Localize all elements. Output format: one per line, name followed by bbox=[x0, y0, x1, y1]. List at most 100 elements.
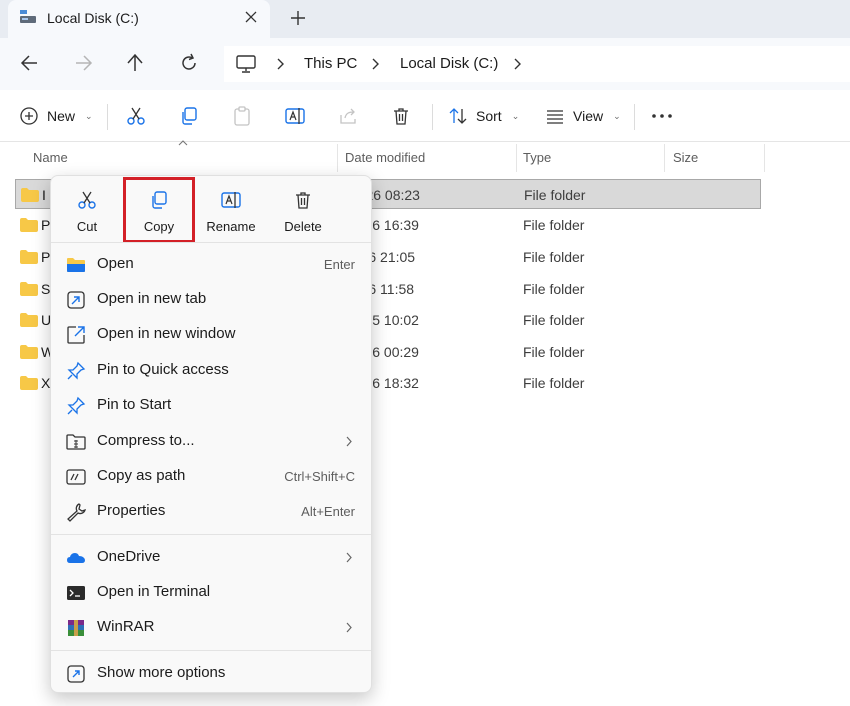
menu-item-label: Open in new window bbox=[97, 325, 236, 342]
menu-item-open-terminal[interactable]: Open in Terminal bbox=[51, 575, 371, 610]
wrench-icon bbox=[67, 503, 86, 522]
folder-open-icon bbox=[67, 258, 85, 272]
copy-icon bbox=[152, 191, 167, 209]
pin-icon bbox=[67, 396, 86, 415]
menu-item-label: OneDrive bbox=[97, 548, 161, 565]
sort-icon bbox=[449, 108, 467, 124]
menu-item-label: Show more options bbox=[97, 664, 226, 681]
menu-item-label: Properties bbox=[97, 502, 166, 519]
sort-ascending-caret-icon bbox=[178, 140, 188, 146]
delete-label: Delete bbox=[284, 219, 322, 234]
share-icon bbox=[340, 108, 356, 124]
menu-item-copy-as-path[interactable]: Copy as path Ctrl+Shift+C bbox=[51, 459, 371, 494]
folder-icon bbox=[20, 250, 38, 264]
tab-local-disk[interactable]: Local Disk (C:) bbox=[8, 0, 270, 38]
back-icon[interactable] bbox=[19, 52, 41, 74]
folder-icon bbox=[20, 282, 38, 296]
menu-item-compress[interactable]: Compress to... bbox=[51, 424, 371, 459]
copy-button[interactable]: Copy bbox=[125, 190, 193, 240]
folder-icon bbox=[20, 313, 38, 327]
menu-item-show-more-options[interactable]: Show more options bbox=[51, 656, 371, 691]
menu-item-shortcut: Enter bbox=[323, 257, 355, 272]
column-divider[interactable] bbox=[664, 144, 665, 172]
address-bar[interactable]: This PC Local Disk (C:) bbox=[224, 46, 850, 82]
menu-divider bbox=[51, 242, 371, 243]
path-icon bbox=[66, 469, 86, 485]
chevron-down-icon: ⌄ bbox=[511, 110, 520, 121]
menu-item-label: Open in new tab bbox=[97, 290, 207, 307]
view-list-icon bbox=[547, 110, 563, 124]
chevron-right-icon[interactable] bbox=[511, 56, 523, 72]
column-header-size[interactable]: Size bbox=[673, 142, 698, 174]
cut-label: Cut bbox=[76, 219, 98, 234]
new-tab-icon bbox=[67, 291, 85, 309]
folder-icon bbox=[20, 376, 38, 390]
delete-toolbar-button[interactable] bbox=[391, 104, 411, 128]
more-dots-icon bbox=[652, 114, 672, 118]
menu-item-label: Copy as path bbox=[97, 467, 186, 484]
command-bar: New ⌄ Sort ⌄ View ⌄ bbox=[0, 90, 850, 142]
menu-item-pin-start[interactable]: Pin to Start bbox=[51, 388, 371, 423]
breadcrumb-this-pc[interactable]: This PC bbox=[304, 55, 357, 72]
menu-item-onedrive[interactable]: OneDrive bbox=[51, 540, 371, 575]
column-divider[interactable] bbox=[516, 144, 517, 172]
chevron-right-icon bbox=[277, 58, 284, 70]
chevron-right-icon bbox=[372, 58, 379, 70]
folder-icon bbox=[21, 188, 39, 202]
file-type: File folder bbox=[523, 312, 585, 328]
chevron-right-icon bbox=[346, 622, 352, 633]
sort-button[interactable]: Sort ⌄ bbox=[448, 104, 519, 128]
share-toolbar-button[interactable] bbox=[338, 104, 358, 128]
tab-title: Local Disk (C:) bbox=[47, 10, 139, 26]
column-divider[interactable] bbox=[337, 144, 338, 172]
menu-item-properties[interactable]: Properties Alt+Enter bbox=[51, 494, 371, 529]
refresh-icon[interactable] bbox=[178, 52, 200, 74]
file-type: File folder bbox=[523, 217, 585, 233]
up-icon[interactable] bbox=[124, 52, 146, 74]
winrar-icon bbox=[68, 620, 84, 636]
menu-item-open[interactable]: Open Enter bbox=[51, 247, 371, 282]
new-window-icon bbox=[67, 326, 85, 344]
file-type: File folder bbox=[523, 344, 585, 360]
cut-toolbar-button[interactable] bbox=[126, 104, 146, 128]
file-type: File folder bbox=[523, 281, 585, 297]
column-header-type[interactable]: Type bbox=[523, 142, 551, 174]
divider bbox=[634, 104, 635, 130]
rename-toolbar-button[interactable] bbox=[285, 104, 305, 128]
rename-button[interactable]: Rename bbox=[197, 190, 265, 240]
computer-icon bbox=[236, 55, 256, 73]
close-tab-icon[interactable] bbox=[243, 9, 259, 25]
menu-item-pin-quick-access[interactable]: Pin to Quick access bbox=[51, 353, 371, 388]
delete-button[interactable]: Delete bbox=[269, 190, 337, 240]
file-name: X bbox=[41, 375, 51, 391]
breadcrumb-local-disk[interactable]: Local Disk (C:) bbox=[400, 55, 498, 72]
zip-icon bbox=[66, 434, 86, 450]
forward-icon[interactable] bbox=[72, 52, 94, 74]
copy-toolbar-button[interactable] bbox=[179, 104, 199, 128]
file-name: S bbox=[41, 281, 51, 297]
title-bar: Local Disk (C:) bbox=[0, 0, 850, 38]
scissors-icon bbox=[78, 191, 96, 209]
view-button[interactable]: View ⌄ bbox=[545, 104, 621, 128]
more-button[interactable] bbox=[651, 104, 673, 128]
column-divider[interactable] bbox=[764, 144, 765, 172]
column-header-date[interactable]: Date modified bbox=[345, 142, 425, 174]
trash-icon bbox=[394, 108, 408, 125]
copy-label: Copy bbox=[143, 219, 175, 234]
menu-item-label: Pin to Quick access bbox=[97, 361, 229, 378]
menu-item-open-new-window[interactable]: Open in new window bbox=[51, 317, 371, 352]
menu-item-winrar[interactable]: WinRAR bbox=[51, 610, 371, 645]
column-header-name[interactable]: Name bbox=[33, 142, 68, 174]
new-button[interactable]: New ⌄ bbox=[19, 104, 93, 128]
context-menu: Cut Copy Rename Delete Open Enter Open i… bbox=[50, 175, 372, 693]
menu-item-open-new-tab[interactable]: Open in new tab bbox=[51, 282, 371, 317]
rename-icon bbox=[221, 192, 241, 208]
folder-icon bbox=[20, 218, 38, 232]
new-tab-plus-icon[interactable] bbox=[289, 9, 307, 27]
menu-item-label: WinRAR bbox=[97, 618, 155, 635]
paste-toolbar-button[interactable] bbox=[232, 104, 252, 128]
view-label: View bbox=[573, 108, 604, 124]
trash-icon bbox=[296, 192, 310, 209]
file-name: P bbox=[41, 249, 51, 265]
cut-button[interactable]: Cut bbox=[53, 190, 121, 240]
